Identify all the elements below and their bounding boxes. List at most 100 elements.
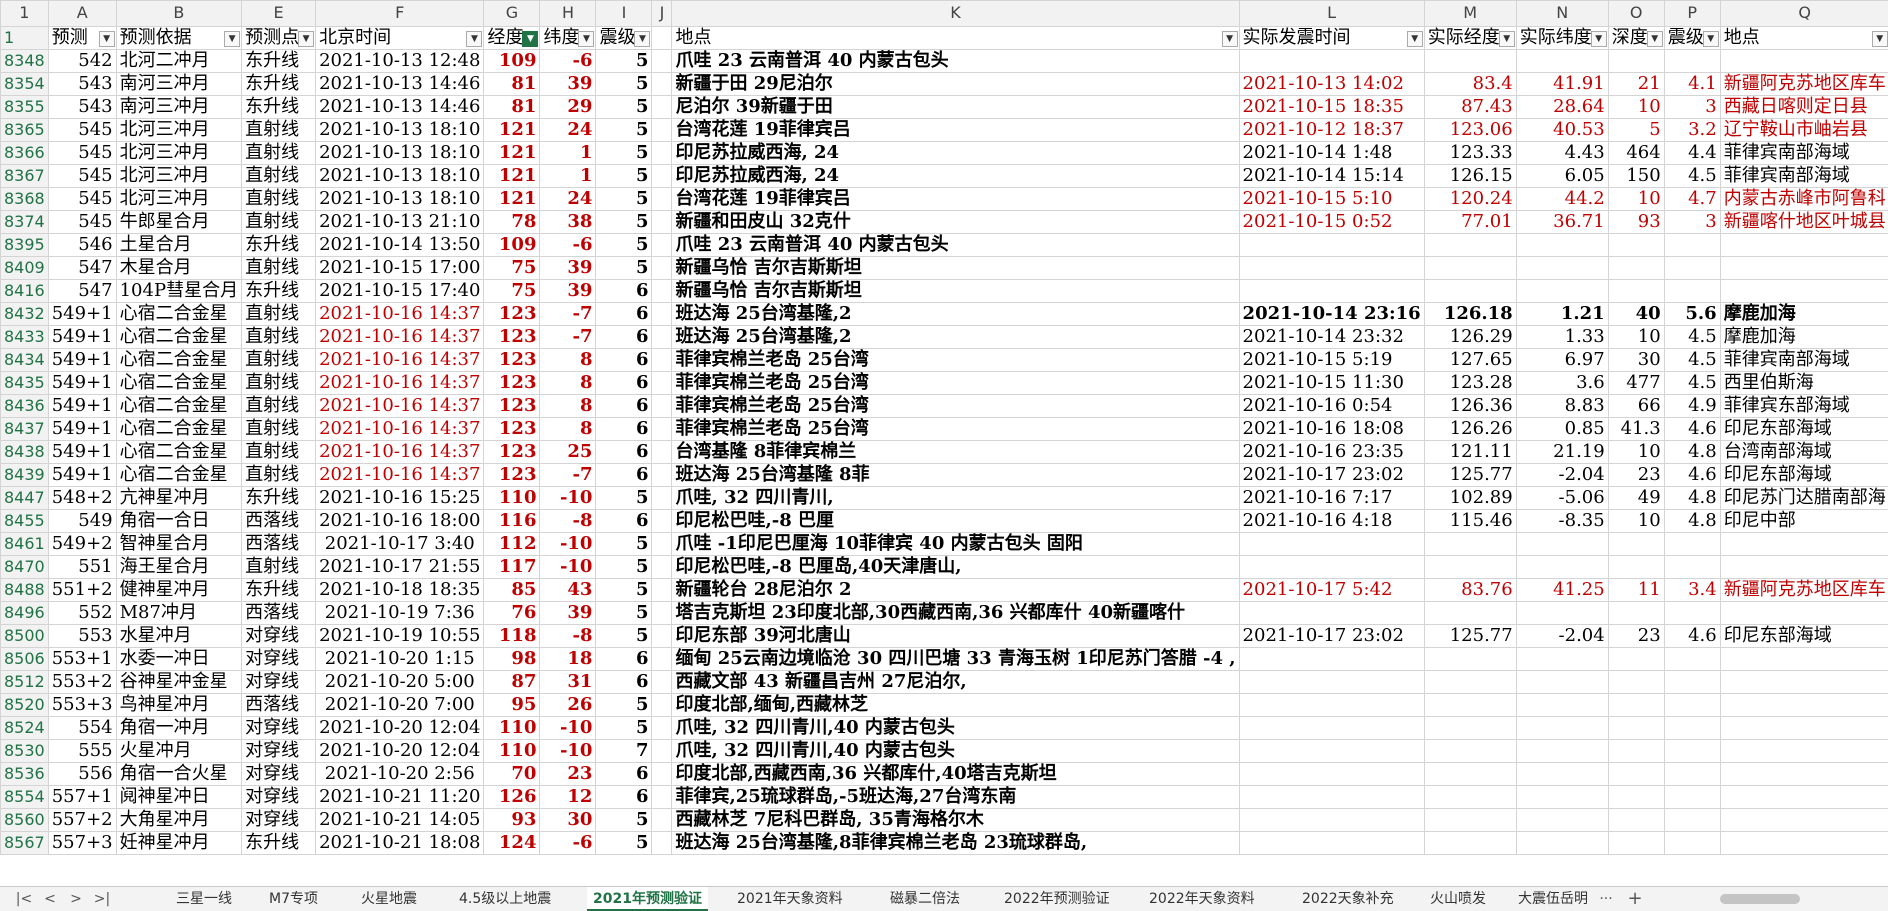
cell-time[interactable]: 2021-10-13 18:10: [315, 141, 485, 165]
cell-depth[interactable]: [1607, 532, 1665, 556]
cell-lat[interactable]: 38: [539, 210, 597, 234]
row-header[interactable]: 8520: [0, 693, 49, 717]
cell-lat[interactable]: 23: [539, 762, 597, 786]
cell-actual-place[interactable]: 西藏日喀则定日县: [1719, 95, 1888, 119]
cell-lat[interactable]: -6: [539, 49, 597, 73]
filter-dropdown-icon[interactable]: ▼: [98, 30, 115, 47]
cell-pred-no[interactable]: 543: [47, 95, 117, 119]
cell-pred-no[interactable]: 555: [47, 739, 117, 763]
cell-actual-lat[interactable]: 6.05: [1515, 164, 1609, 188]
column-header-b[interactable]: B: [115, 0, 243, 27]
cell-mag[interactable]: 5: [595, 808, 653, 832]
cell-lat[interactable]: 30: [539, 808, 597, 832]
cell-actual-time[interactable]: [1238, 555, 1425, 579]
cell-basis[interactable]: 火星冲月: [115, 739, 243, 763]
cell-actual-time[interactable]: 2021-10-16 23:35: [1238, 440, 1425, 464]
cell-line[interactable]: 直射线: [241, 141, 317, 165]
cell-basis[interactable]: 牛郎星合月: [115, 210, 243, 234]
cell-place[interactable]: 班达海 25台湾基隆,8菲律宾棉兰老岛 23琉球群岛,: [671, 831, 1240, 855]
cell-narrow[interactable]: [651, 555, 673, 579]
cell-line[interactable]: 直射线: [241, 210, 317, 234]
cell-time[interactable]: 2021-10-16 15:25: [315, 486, 485, 510]
header-cell[interactable]: 实际发震时间 ▼: [1238, 25, 1425, 50]
cell-place[interactable]: 菲律宾棉兰老岛 25台湾: [671, 348, 1240, 372]
cell-narrow[interactable]: [651, 762, 673, 786]
cell-mag[interactable]: 5: [595, 72, 653, 96]
sheet-tab[interactable]: 磁暴二倍法: [884, 887, 966, 911]
row-header[interactable]: 8438: [0, 440, 49, 464]
row-header[interactable]: 8354: [0, 72, 49, 96]
cell-lon[interactable]: 81: [483, 72, 541, 96]
cell-line[interactable]: 对穿线: [241, 716, 317, 740]
row-header[interactable]: 8395: [0, 233, 49, 257]
cell-depth[interactable]: 10: [1607, 509, 1665, 533]
cell-actual-mag[interactable]: 4.8: [1663, 486, 1721, 510]
cell-pred-no[interactable]: 545: [47, 164, 117, 188]
cell-actual-lat[interactable]: [1515, 785, 1609, 809]
cell-line[interactable]: 对穿线: [241, 762, 317, 786]
horizontal-scrollbar[interactable]: [1690, 894, 1880, 904]
cell-actual-time[interactable]: 2021-10-14 23:16: [1238, 302, 1425, 326]
cell-actual-place[interactable]: [1719, 762, 1888, 786]
cell-depth[interactable]: 41.3: [1607, 417, 1665, 441]
cell-actual-place[interactable]: [1719, 693, 1888, 717]
cell-time[interactable]: 2021-10-16 14:37: [315, 394, 485, 418]
cell-lon[interactable]: 118: [483, 624, 541, 648]
cell-lat[interactable]: -7: [539, 463, 597, 487]
cell-actual-lon[interactable]: [1423, 785, 1517, 809]
cell-lon[interactable]: 78: [483, 210, 541, 234]
cell-pred-no[interactable]: 553+2: [47, 670, 117, 694]
cell-actual-place[interactable]: 新疆阿克苏地区库车: [1719, 578, 1888, 602]
cell-actual-place[interactable]: 菲律宾南部海域: [1719, 164, 1888, 188]
cell-actual-lat[interactable]: [1515, 831, 1609, 855]
row-header[interactable]: 8368: [0, 187, 49, 211]
cell-time[interactable]: 2021-10-14 13:50: [315, 233, 485, 257]
header-cell[interactable]: 地点 ▼: [671, 25, 1240, 50]
header-cell[interactable]: 地点 ▼: [1719, 25, 1888, 50]
cell-actual-lat[interactable]: -5.06: [1515, 486, 1609, 510]
cell-lon[interactable]: 110: [483, 716, 541, 740]
cell-actual-lat[interactable]: [1515, 279, 1609, 303]
cell-lon[interactable]: 95: [483, 693, 541, 717]
cell-narrow[interactable]: [651, 693, 673, 717]
cell-basis[interactable]: 北河三冲月: [115, 141, 243, 165]
cell-mag[interactable]: 6: [595, 394, 653, 418]
cell-actual-mag[interactable]: [1663, 233, 1721, 257]
row-header[interactable]: 8461: [0, 532, 49, 556]
cell-lat[interactable]: 43: [539, 578, 597, 602]
cell-narrow[interactable]: [651, 371, 673, 395]
cell-line[interactable]: 直射线: [241, 164, 317, 188]
cell-mag[interactable]: 5: [595, 210, 653, 234]
filter-dropdown-icon[interactable]: ▼: [1702, 30, 1719, 47]
cell-basis[interactable]: 心宿二合金星: [115, 371, 243, 395]
cell-depth[interactable]: 21: [1607, 72, 1665, 96]
cell-mag[interactable]: 5: [595, 555, 653, 579]
cell-actual-lat[interactable]: [1515, 762, 1609, 786]
cell-lat[interactable]: 8: [539, 417, 597, 441]
cell-actual-mag[interactable]: [1663, 647, 1721, 671]
cell-time[interactable]: 2021-10-16 14:37: [315, 417, 485, 441]
cell-actual-lon[interactable]: [1423, 256, 1517, 280]
row-header[interactable]: 8455: [0, 509, 49, 533]
sheet-tab[interactable]: 三星一线: [170, 887, 238, 911]
cell-actual-time[interactable]: 2021-10-15 11:30: [1238, 371, 1425, 395]
row-header[interactable]: 8365: [0, 118, 49, 142]
cell-actual-place[interactable]: 内蒙古赤峰市阿鲁科: [1719, 187, 1888, 211]
cell-mag[interactable]: 7: [595, 739, 653, 763]
cell-actual-lon[interactable]: 102.89: [1423, 486, 1517, 510]
cell-depth[interactable]: 93: [1607, 210, 1665, 234]
sheet-tab[interactable]: M7专项: [263, 887, 324, 911]
cell-actual-mag[interactable]: [1663, 785, 1721, 809]
cell-actual-lat[interactable]: -2.04: [1515, 463, 1609, 487]
cell-mag[interactable]: 6: [595, 302, 653, 326]
cell-depth[interactable]: 10: [1607, 95, 1665, 119]
cell-depth[interactable]: 66: [1607, 394, 1665, 418]
cell-actual-lat[interactable]: 41.91: [1515, 72, 1609, 96]
cell-actual-mag[interactable]: 4.7: [1663, 187, 1721, 211]
cell-basis[interactable]: 角宿一冲月: [115, 716, 243, 740]
cell-actual-lon[interactable]: 126.26: [1423, 417, 1517, 441]
cell-actual-time[interactable]: 2021-10-16 7:17: [1238, 486, 1425, 510]
cell-actual-lat[interactable]: 1.21: [1515, 302, 1609, 326]
cell-line[interactable]: 直射线: [241, 371, 317, 395]
cell-basis[interactable]: 土星合月: [115, 233, 243, 257]
